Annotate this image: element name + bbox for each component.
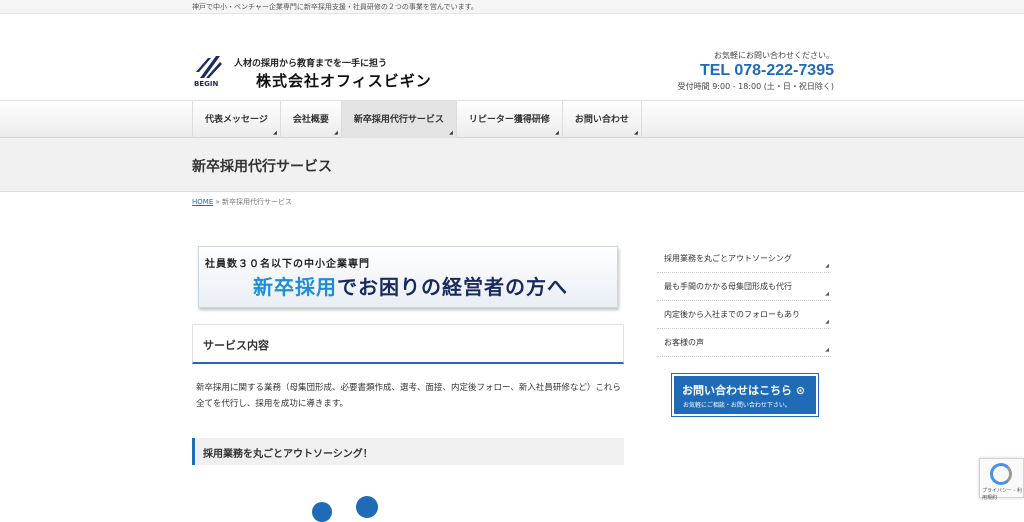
service-description: 新卒採用に関する業務（母集団形成、必要書類作成、選考、面接、内定後フォロー、新入… (196, 383, 621, 409)
header-contact: お気軽にお問い合わせください。 TEL 078-222-7395 受付時間 9:… (678, 50, 834, 92)
phone-number[interactable]: TEL 078-222-7395 (678, 61, 834, 81)
breadcrumb-home-link[interactable]: HOME (192, 198, 213, 206)
top-info-bar: 神戸で中小・ベンチャー企業専門に新卒採用支援・社員研修の２つの事業を営んでいます… (0, 0, 1024, 14)
corner-arrow-icon: ◢ (272, 130, 277, 136)
corner-arrow-icon: ◢ (825, 347, 829, 353)
banner-headline: 新卒採用でお困りの経営者の方へ (253, 271, 568, 300)
corner-arrow-icon: ◢ (825, 263, 829, 269)
corner-arrow-icon: ◢ (449, 130, 453, 136)
breadcrumb: HOME » 新卒採用代行サービス (192, 197, 292, 207)
recaptcha-icon (990, 463, 1012, 485)
contact-cta-button[interactable]: お問い合わせはこちら ⊙ お気軽にご相談・お問い合わせ下さい。 (671, 373, 819, 417)
nav-item-contact[interactable]: お問い合わせ ◢ (561, 101, 642, 139)
banner-headline-highlight: 新卒採用 (253, 275, 337, 299)
corner-arrow-icon: ◢ (555, 130, 559, 136)
header-tagline: 人材の採用から教育までを一手に担う (234, 59, 388, 69)
logo-wordmark: BEGIN (194, 80, 219, 88)
breadcrumb-separator: » (213, 198, 222, 206)
sidebar-item-followup[interactable]: 内定後から入社までのフォローもあり ◢ (657, 301, 831, 329)
corner-arrow-icon: ◢ (825, 319, 829, 325)
business-hours: 受付時間 9:00 - 18:00 (土・日・祝日除く) (677, 82, 834, 91)
nav-item-message[interactable]: 代表メッセージ ◢ (192, 101, 280, 139)
contact-note: お気軽にお問い合わせください。 (714, 51, 834, 60)
service-heading: サービス内容 (203, 339, 269, 352)
recaptcha-badge[interactable]: プライバシー - 利用規約 (979, 458, 1024, 501)
nav-item-company[interactable]: 会社概要 ◢ (279, 101, 341, 139)
sidebar-menu: 採用業務を丸ごとアウトソーシング ◢ 最も手間のかかる母集団形成も代行 ◢ 内定後か… (657, 245, 831, 357)
company-name[interactable]: 株式会社オフィスビギン (256, 70, 432, 91)
recaptcha-links[interactable]: プライバシー - 利用規約 (982, 487, 1023, 501)
hero-banner: 社員数３０名以下の中小企業専門 新卒採用でお困りの経営者の方へ (198, 246, 618, 308)
corner-arrow-icon: ◢ (825, 291, 829, 297)
logo-mark-icon (196, 56, 222, 78)
outsourcing-section-heading: 採用業務を丸ごとアウトソーシング！ (192, 438, 624, 465)
corner-arrow-icon: ◢ (634, 130, 638, 136)
cta-main-label: お問い合わせはこちら ⊙ (682, 384, 806, 397)
breadcrumb-current: 新卒採用代行サービス (221, 198, 292, 206)
sidebar-item-voices[interactable]: お客様の声 ◢ (657, 329, 831, 357)
site-header: BEGIN 人材の採用から教育までを一手に担う 株式会社オフィスビギン お気軽に… (0, 14, 1024, 100)
sidebar-item-population[interactable]: 最も手間のかかる母集団形成も代行 ◢ (657, 273, 831, 301)
top-info-text: 神戸で中小・ベンチャー企業専門に新卒採用支援・社員研修の２つの事業を営んでいます… (192, 3, 478, 11)
page-title: 新卒採用代行サービス (192, 159, 332, 175)
service-section-heading: サービス内容 (192, 324, 624, 364)
sidebar-item-outsourcing[interactable]: 採用業務を丸ごとアウトソーシング ◢ (657, 245, 831, 273)
dot-icon (312, 502, 332, 522)
cta-sub-label: お気軽にご相談・お問い合わせ下さい。 (683, 402, 791, 409)
outsourcing-heading: 採用業務を丸ごとアウトソーシング！ (203, 449, 373, 460)
corner-arrow-icon: ◢ (333, 130, 338, 136)
page-header: 新卒採用代行サービス (0, 138, 1024, 192)
nav-item-training[interactable]: リピーター獲得研修 ◢ (455, 101, 562, 139)
company-logo[interactable]: BEGIN (194, 52, 224, 92)
nav-item-recruit-service[interactable]: 新卒採用代行サービス ◢ (340, 101, 456, 139)
dot-icon (356, 496, 378, 518)
banner-headline-rest: でお困りの経営者の方へ (337, 275, 568, 299)
banner-subtitle: 社員数３０名以下の中小企業専門 (205, 259, 370, 270)
global-nav: 代表メッセージ ◢ 会社概要 ◢ 新卒採用代行サービス ◢ リピーター獲得研修 ◢ お問… (0, 100, 1024, 139)
